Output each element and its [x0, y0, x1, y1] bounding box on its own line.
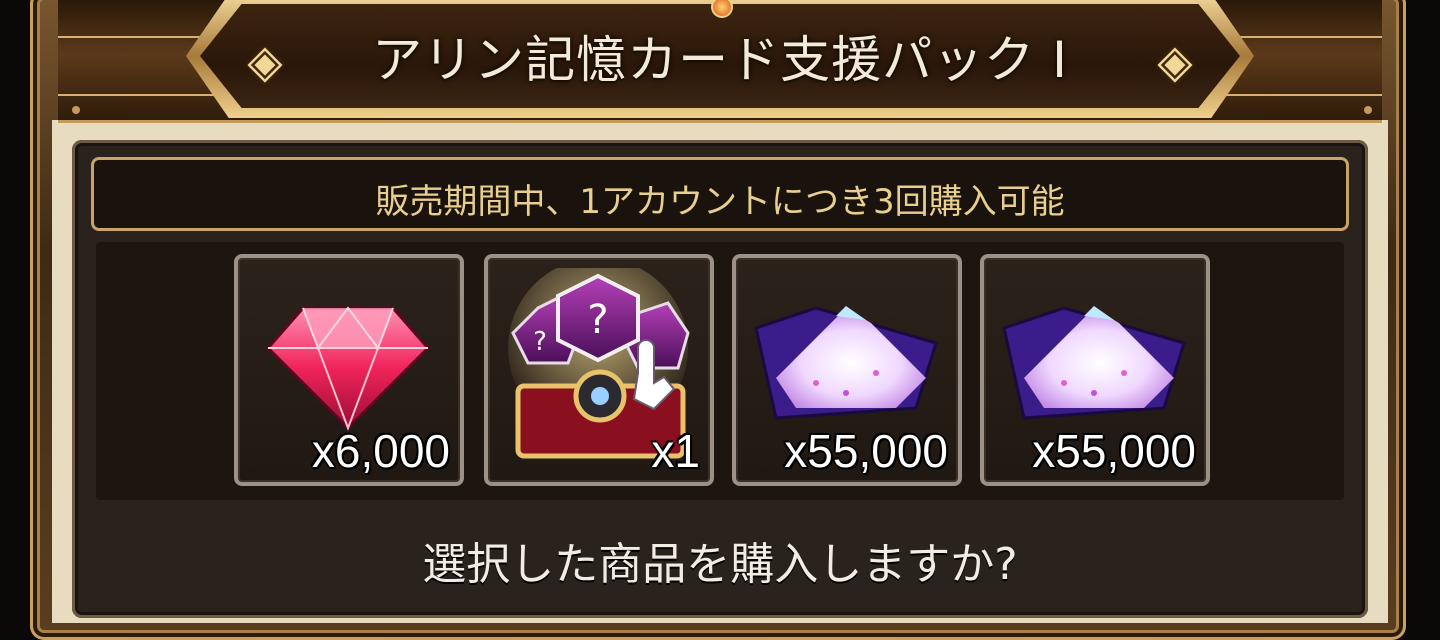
- reward-item-card-box[interactable]: ? ? x1: [484, 254, 714, 486]
- purchase-confirm-question: 選択した商品を購入しますか?: [422, 539, 1018, 590]
- purchase-limit-notice: 販売期間中、1アカウントにつき3回購入可能: [91, 157, 1349, 231]
- reward-item-crystal-powder[interactable]: x55,000: [732, 254, 962, 486]
- ruby-gem-icon: [265, 306, 431, 431]
- frame-rivet: [1364, 106, 1372, 114]
- item-quantity: x1: [651, 425, 700, 477]
- item-quantity: x6,000: [311, 425, 450, 477]
- reward-item-crystal-powder[interactable]: x55,000: [980, 254, 1210, 486]
- svg-text:?: ?: [587, 297, 608, 343]
- frame-rivet: [72, 106, 80, 114]
- svg-text:?: ?: [533, 327, 547, 357]
- item-quantity: x55,000: [1032, 425, 1196, 477]
- dialog-title: アリン記憶カード支援パック I: [372, 31, 1068, 89]
- crystal-powder-icon: [1002, 306, 1186, 420]
- purchase-limit-text: 販売期間中、1アカウントにつき3回購入可能: [375, 182, 1065, 222]
- crystal-powder-icon: [754, 306, 938, 420]
- item-quantity: x55,000: [784, 425, 948, 477]
- reward-item-ruby[interactable]: x6,000: [234, 254, 464, 486]
